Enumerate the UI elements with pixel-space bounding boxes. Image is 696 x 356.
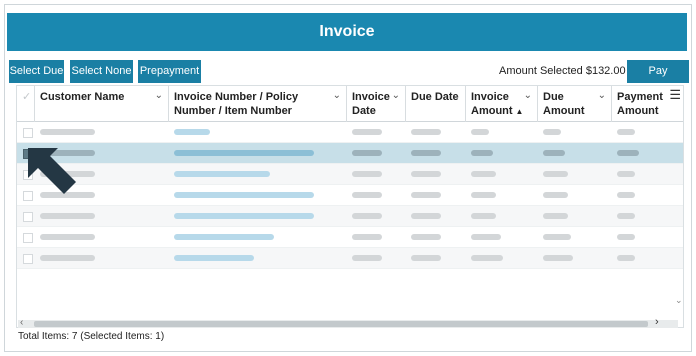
table-row[interactable] xyxy=(17,164,683,185)
invoice-grid: ✓ Customer Name ⌄ Invoice Number / Polic… xyxy=(16,85,684,328)
amount-selected-text: Amount Selected $132.00 xyxy=(499,65,626,77)
invoice-title-bar: Invoice xyxy=(7,13,687,51)
footer-status: Total Items: 7 (Selected Items: 1) xyxy=(18,331,165,342)
sort-ascending-icon: ▲ xyxy=(515,107,524,116)
scroll-right-icon[interactable]: › xyxy=(655,316,659,328)
select-none-button[interactable]: Select None xyxy=(70,60,133,83)
column-menu-icon[interactable]: ☰ xyxy=(669,88,681,102)
select-due-button[interactable]: Select Due xyxy=(9,60,64,83)
chevron-down-icon[interactable]: ⌄ xyxy=(392,89,400,103)
scroll-left-icon[interactable]: ‹ xyxy=(20,317,23,328)
select-all-checkbox[interactable]: ✓ xyxy=(17,86,35,122)
table-row[interactable] xyxy=(17,185,683,206)
row-checkbox[interactable] xyxy=(23,212,33,222)
column-header-customer-name[interactable]: Customer Name ⌄ xyxy=(35,86,169,122)
column-header-invoice-number[interactable]: Invoice Number / Policy Number / Item Nu… xyxy=(169,86,347,122)
column-header-invoice-amount[interactable]: Invoice Amount ▲ ⌄ xyxy=(466,86,538,122)
table-row[interactable] xyxy=(17,122,683,143)
table-row[interactable] xyxy=(17,248,683,269)
row-checkbox[interactable] xyxy=(23,254,33,264)
table-row[interactable] xyxy=(17,206,683,227)
page-title: Invoice xyxy=(319,23,375,40)
horizontal-scrollbar[interactable] xyxy=(18,320,678,328)
scroll-down-icon[interactable]: ⌄ xyxy=(675,295,683,306)
chevron-down-icon[interactable]: ⌄ xyxy=(452,89,460,103)
toolbar: Select Due Select None Prepayment Amount… xyxy=(9,60,689,100)
column-header-due-date[interactable]: Due Date ⌄ xyxy=(406,86,466,122)
column-header-invoice-date[interactable]: Invoice Date ⌄ xyxy=(347,86,406,122)
chevron-down-icon[interactable]: ⌄ xyxy=(155,89,163,103)
pay-selected-button[interactable]: Pay Selected xyxy=(627,60,689,100)
table-row[interactable] xyxy=(17,143,683,164)
prepayment-button[interactable]: Prepayment xyxy=(138,60,201,83)
chevron-down-icon[interactable]: ⌄ xyxy=(598,89,606,103)
grid-header: ✓ Customer Name ⌄ Invoice Number / Polic… xyxy=(17,86,683,122)
scrollbar-thumb[interactable] xyxy=(34,321,648,327)
row-checkbox[interactable] xyxy=(23,128,33,138)
checkmark-icon: ✓ xyxy=(22,91,32,103)
chevron-down-icon[interactable]: ⌄ xyxy=(524,89,532,103)
pointer-arrow-icon xyxy=(28,148,76,194)
table-row[interactable] xyxy=(17,227,683,248)
column-header-due-amount[interactable]: Due Amount ⌄ xyxy=(538,86,612,122)
chevron-down-icon[interactable]: ⌄ xyxy=(333,89,341,103)
row-checkbox[interactable] xyxy=(23,233,33,243)
column-header-payment-amount[interactable]: Payment Amount ☰ xyxy=(612,86,683,122)
